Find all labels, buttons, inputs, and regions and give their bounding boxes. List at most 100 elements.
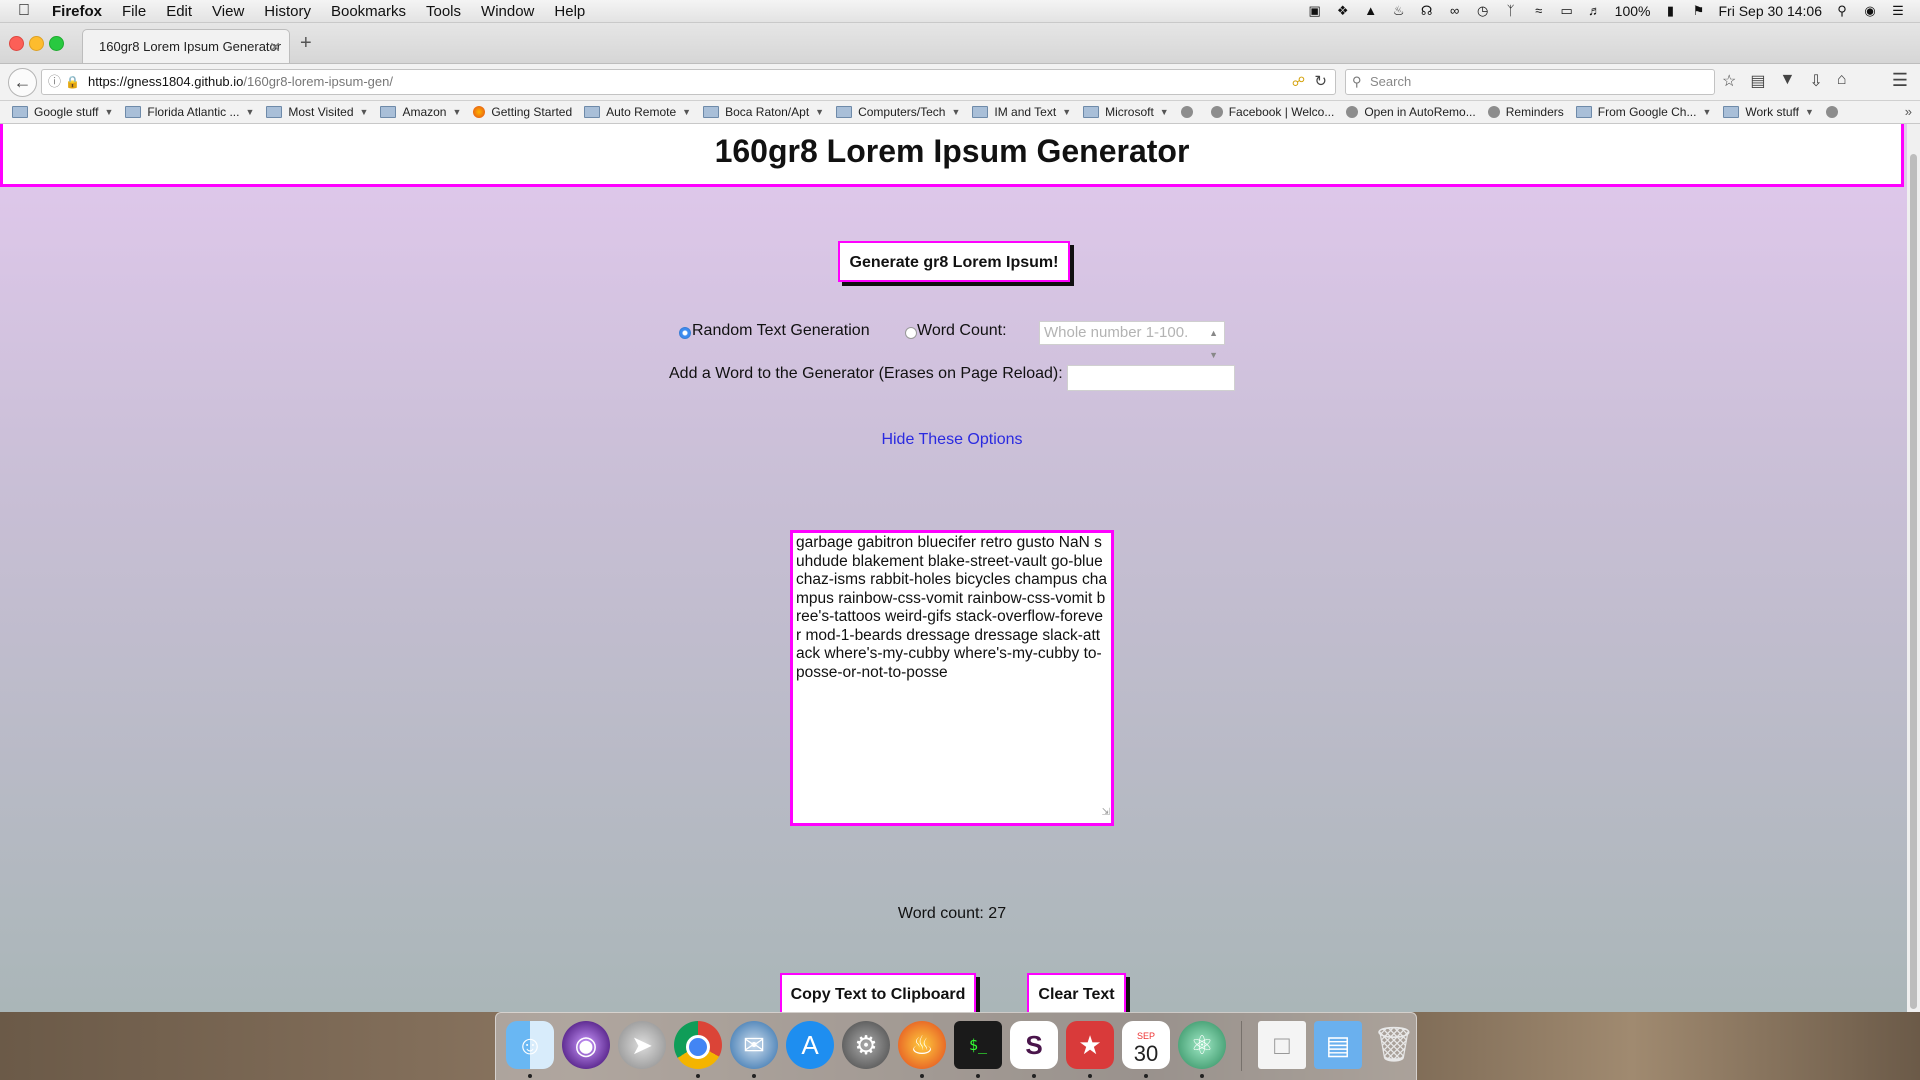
- headphones-icon[interactable]: ☊: [1419, 4, 1435, 18]
- menu-help[interactable]: Help: [554, 3, 585, 20]
- menu-app-name[interactable]: Firefox: [52, 3, 102, 20]
- bookmark-reminders[interactable]: Reminders: [1487, 105, 1564, 119]
- tab-close-icon[interactable]: ✕: [269, 39, 281, 56]
- generated-text-output[interactable]: garbage gabitron bluecifer retro gusto N…: [790, 530, 1114, 826]
- flame-icon[interactable]: ♨: [1391, 4, 1407, 18]
- calendar-icon[interactable]: SEP 30: [1122, 1021, 1170, 1069]
- hide-options-link[interactable]: Hide These Options: [0, 431, 1904, 449]
- bookmark-amazon[interactable]: Amazon ▼: [380, 105, 461, 119]
- slack-icon[interactable]: S: [1010, 1021, 1058, 1069]
- window-close-button[interactable]: [9, 36, 24, 51]
- bookmark-unnamed[interactable]: [1180, 106, 1199, 118]
- info-icon[interactable]: ⓘ: [48, 70, 61, 94]
- download-icon[interactable]: ⇩: [1809, 71, 1822, 91]
- navigation-bar: ← ⓘ 🔒 https://gness1804.github.io/160gr8…: [0, 64, 1920, 101]
- menu-window[interactable]: Window: [481, 3, 534, 20]
- scrollbar-thumb[interactable]: [1910, 154, 1917, 1009]
- generate-button[interactable]: Generate gr8 Lorem Ipsum!: [838, 241, 1070, 282]
- bookmark-open-autoremote[interactable]: Open in AutoRemo...: [1346, 105, 1476, 119]
- home-icon[interactable]: ⌂: [1837, 71, 1847, 91]
- back-button[interactable]: ←: [8, 68, 37, 97]
- apple-menu-icon[interactable]: : [18, 2, 38, 20]
- pocket-icon[interactable]: ▼: [1779, 71, 1795, 91]
- word-count-label[interactable]: Word Count:: [917, 322, 1007, 340]
- todo-icon[interactable]: ★: [1066, 1021, 1114, 1069]
- dock: ☺ ◉ ➤ ✉ A ⚙ ♨ $_ S ★ SEP 30 ⚛ □ ▤ 🗑: [495, 1012, 1417, 1080]
- siri-icon[interactable]: ◉: [562, 1021, 610, 1069]
- status-app-icon[interactable]: ▣: [1307, 4, 1323, 18]
- bookmark-boca-raton[interactable]: Boca Raton/Apt ▼: [703, 105, 824, 119]
- spotlight-icon[interactable]: ⚲: [1834, 4, 1850, 18]
- clear-text-button[interactable]: Clear Text: [1027, 973, 1126, 1012]
- running-indicator: [696, 1074, 700, 1078]
- resize-grip-icon[interactable]: ⇲: [1102, 804, 1110, 823]
- menu-history[interactable]: History: [264, 3, 311, 20]
- bookmark-most-visited[interactable]: Most Visited ▼: [266, 105, 368, 119]
- document-icon[interactable]: □: [1258, 1021, 1306, 1069]
- page-scrollbar[interactable]: [1907, 124, 1920, 1012]
- volume-icon[interactable]: ♬: [1587, 4, 1603, 18]
- atom-icon[interactable]: ⚛: [1178, 1021, 1226, 1069]
- notification-center-icon[interactable]: ☰: [1890, 4, 1906, 18]
- lock-icon[interactable]: 🔒: [65, 70, 80, 94]
- random-generation-radio[interactable]: [679, 327, 691, 339]
- bookmarks-overflow-icon[interactable]: »: [1905, 104, 1912, 119]
- siri-menu-icon[interactable]: ◉: [1862, 4, 1878, 18]
- reader-list-icon[interactable]: ▤: [1750, 71, 1765, 91]
- dropbox-icon[interactable]: ❖: [1335, 4, 1351, 18]
- bookmark-google-stuff[interactable]: Google stuff ▼: [12, 105, 113, 119]
- bookmark-star-icon[interactable]: ☆: [1722, 71, 1736, 91]
- bookmark-work-stuff[interactable]: Work stuff ▼: [1723, 105, 1814, 119]
- system-preferences-icon[interactable]: ⚙: [842, 1021, 890, 1069]
- menu-tools[interactable]: Tools: [426, 3, 461, 20]
- bookmark-florida-atlantic[interactable]: Florida Atlantic ... ▼: [125, 105, 254, 119]
- menu-view[interactable]: View: [212, 3, 244, 20]
- url-bar[interactable]: ⓘ 🔒 https://gness1804.github.io/160gr8-l…: [41, 69, 1336, 95]
- bookmark-unnamed-2[interactable]: [1825, 106, 1844, 118]
- firefox-icon[interactable]: ♨: [898, 1021, 946, 1069]
- terminal-icon[interactable]: $_: [954, 1021, 1002, 1069]
- infinity-icon[interactable]: ∞: [1447, 4, 1463, 18]
- random-generation-label[interactable]: Random Text Generation: [692, 322, 870, 340]
- flag-icon[interactable]: ⚑: [1690, 4, 1706, 18]
- menu-file[interactable]: File: [122, 3, 146, 20]
- wifi-icon[interactable]: ≈: [1531, 4, 1547, 18]
- drive-icon[interactable]: ▲: [1363, 4, 1379, 18]
- thunderbird-icon[interactable]: ✉: [730, 1021, 778, 1069]
- search-bar[interactable]: ⚲ Search: [1345, 69, 1715, 95]
- bookmark-im-and-text[interactable]: IM and Text ▼: [972, 105, 1071, 119]
- word-count-input[interactable]: Whole number 1-100. ▲ ▼: [1039, 321, 1225, 360]
- airplay-icon[interactable]: ▭: [1559, 4, 1575, 18]
- bookmark-facebook[interactable]: Facebook | Welco...: [1210, 105, 1334, 119]
- menu-hamburger-icon[interactable]: ☰: [1892, 70, 1908, 91]
- bluetooth-icon[interactable]: ᛉ: [1503, 4, 1519, 18]
- copy-to-clipboard-button[interactable]: Copy Text to Clipboard: [780, 973, 976, 1012]
- clock[interactable]: Fri Sep 30 14:06: [1718, 3, 1822, 19]
- bookmark-from-google-chrome[interactable]: From Google Ch... ▼: [1575, 105, 1711, 119]
- browser-tab[interactable]: 160gr8 Lorem Ipsum Generator ✕: [82, 29, 290, 63]
- launchpad-icon[interactable]: ➤: [618, 1021, 666, 1069]
- bookmark-microsoft[interactable]: Microsoft ▼: [1083, 105, 1169, 119]
- window-zoom-button[interactable]: [49, 36, 64, 51]
- chrome-icon[interactable]: [674, 1021, 722, 1069]
- reload-icon[interactable]: ↻: [1314, 70, 1327, 94]
- new-tab-icon[interactable]: +: [300, 32, 312, 55]
- folder-icon[interactable]: ▤: [1314, 1021, 1362, 1069]
- menu-edit[interactable]: Edit: [166, 3, 192, 20]
- bookmark-label: IM and Text: [994, 105, 1057, 119]
- app-store-icon[interactable]: A: [786, 1021, 834, 1069]
- window-minimize-button[interactable]: [29, 36, 44, 51]
- battery-icon[interactable]: ▮: [1662, 4, 1678, 18]
- add-word-input[interactable]: [1067, 365, 1235, 391]
- password-lock-icon[interactable]: ☍: [1292, 70, 1305, 94]
- bookmark-getting-started[interactable]: Getting Started: [473, 105, 572, 119]
- trash-icon[interactable]: 🗑: [1370, 1021, 1418, 1069]
- word-count-radio[interactable]: [905, 327, 917, 339]
- menu-bookmarks[interactable]: Bookmarks: [331, 3, 406, 20]
- bookmark-computers-tech[interactable]: Computers/Tech ▼: [836, 105, 960, 119]
- chevron-down-icon: ▼: [245, 107, 255, 117]
- bookmark-auto-remote[interactable]: Auto Remote ▼: [584, 105, 691, 119]
- stepper-arrows-icon[interactable]: ▲ ▼: [1209, 322, 1218, 366]
- time-machine-icon[interactable]: ◷: [1475, 4, 1491, 18]
- finder-icon[interactable]: ☺: [506, 1021, 554, 1069]
